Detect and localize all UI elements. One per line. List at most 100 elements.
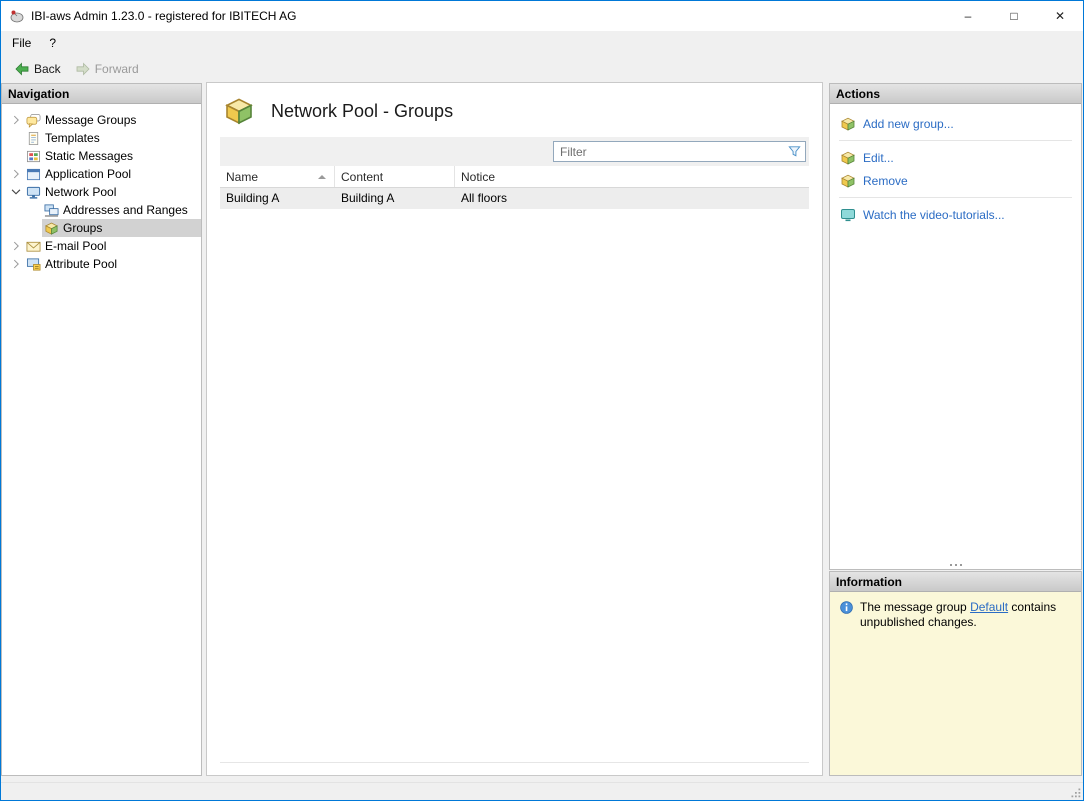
nav-item-label: Application Pool xyxy=(45,167,132,181)
maximize-button[interactable]: □ xyxy=(991,1,1037,31)
default-group-link[interactable]: Default xyxy=(970,600,1008,614)
nav-item-content: Attribute Pool xyxy=(24,255,201,273)
maximize-icon: □ xyxy=(1010,9,1018,23)
nav-item-content: E-mail Pool xyxy=(24,237,201,255)
add-new-group-label: Add new group... xyxy=(863,116,954,131)
edit-group-icon xyxy=(840,150,856,166)
actions-panel: Actions Add new group... Edit... Remove xyxy=(829,83,1082,570)
page-title: Network Pool - Groups xyxy=(271,100,454,121)
attribute-pool-icon xyxy=(25,256,41,272)
actions-divider xyxy=(839,140,1072,141)
add-new-group-button[interactable]: Add new group... xyxy=(830,112,1081,135)
actions-header: Actions xyxy=(830,84,1081,104)
table-header: Name Content Notice xyxy=(220,166,809,188)
templates-icon xyxy=(25,130,41,146)
menu-file[interactable]: File xyxy=(3,31,40,55)
addresses-and-ranges-icon xyxy=(43,202,59,218)
nav-item-label: Message Groups xyxy=(45,113,137,127)
watch-video-tutorials-button[interactable]: Watch the video-tutorials... xyxy=(830,203,1081,226)
filter-funnel-icon[interactable] xyxy=(787,144,802,159)
column-header-notice[interactable]: Notice xyxy=(455,166,809,187)
minimize-button[interactable]: – xyxy=(945,1,991,31)
information-header: Information xyxy=(830,572,1081,592)
forward-arrow-icon xyxy=(75,61,91,77)
main-title-row: Network Pool - Groups xyxy=(207,83,822,137)
nav-item-label: Static Messages xyxy=(45,149,134,163)
chevron-down-icon[interactable] xyxy=(8,184,24,200)
nav-item-content: Network Pool xyxy=(24,183,201,201)
nav-item-content: Static Messages xyxy=(24,147,201,165)
nav-item-content: Message Groups xyxy=(24,111,201,129)
menu-help-label: ? xyxy=(49,36,57,50)
nav-item-groups[interactable]: Groups xyxy=(2,219,201,237)
chevron-right-icon[interactable] xyxy=(8,112,24,128)
nav-item-static-messages[interactable]: Static Messages xyxy=(2,147,201,165)
email-pool-icon xyxy=(25,238,41,254)
column-label: Name xyxy=(226,170,259,184)
forward-button[interactable]: Forward xyxy=(68,58,146,80)
nav-item-label: Templates xyxy=(45,131,100,145)
info-icon xyxy=(839,600,854,615)
information-panel: Information The message group Default co… xyxy=(829,571,1082,776)
close-icon: ✕ xyxy=(1054,9,1066,23)
toolbar: Back Forward xyxy=(1,55,1083,83)
cell-content: Building A xyxy=(341,191,395,205)
forward-label: Forward xyxy=(94,62,139,76)
column-label: Notice xyxy=(461,170,496,184)
splitter-dot xyxy=(949,563,952,566)
nav-item-templates[interactable]: Templates xyxy=(2,129,201,147)
remove-button[interactable]: Remove xyxy=(830,169,1081,192)
edit-button[interactable]: Edit... xyxy=(830,146,1081,169)
back-button[interactable]: Back xyxy=(7,58,68,80)
back-label: Back xyxy=(34,62,61,76)
cell-notice: All floors xyxy=(461,191,508,205)
filter-box xyxy=(553,141,806,162)
navigation-header: Navigation xyxy=(2,84,201,104)
navigation-tree: Message Groups Templates Static Messages xyxy=(2,104,201,273)
nav-item-application-pool[interactable]: Application Pool xyxy=(2,165,201,183)
column-header-content[interactable]: Content xyxy=(335,166,455,187)
filter-input[interactable] xyxy=(553,141,806,162)
add-group-icon xyxy=(840,116,856,132)
static-messages-icon xyxy=(25,148,41,164)
information-message: The message group Default contains unpub… xyxy=(860,600,1072,630)
nav-item-content: Templates xyxy=(24,129,201,147)
nav-item-attribute-pool[interactable]: Attribute Pool xyxy=(2,255,201,273)
status-bar xyxy=(1,782,1083,800)
nav-item-label: Attribute Pool xyxy=(45,257,118,271)
nav-item-network-pool[interactable]: Network Pool xyxy=(2,183,201,201)
nav-item-label: Groups xyxy=(63,221,103,235)
chevron-right-icon[interactable] xyxy=(8,238,24,254)
nav-item-addresses-and-ranges[interactable]: Addresses and Ranges xyxy=(2,201,201,219)
resize-grip[interactable] xyxy=(1068,785,1082,799)
nav-item-message-groups[interactable]: Message Groups xyxy=(2,111,201,129)
window-title: IBI-aws Admin 1.23.0 - registered for IB… xyxy=(31,9,297,23)
cell-name: Building A xyxy=(226,191,280,205)
nav-item-email-pool[interactable]: E-mail Pool xyxy=(2,237,201,255)
title-bar: IBI-aws Admin 1.23.0 - registered for IB… xyxy=(1,1,1083,31)
window-controls: – □ ✕ xyxy=(945,1,1083,31)
chevron-right-icon[interactable] xyxy=(8,166,24,182)
action-list: Add new group... Edit... Remove Watch th… xyxy=(830,104,1081,226)
groups-page-icon xyxy=(223,95,255,127)
actions-divider xyxy=(839,197,1072,198)
minimize-icon: – xyxy=(964,9,972,23)
chevron-right-icon[interactable] xyxy=(8,256,24,272)
nav-item-content: Groups xyxy=(42,219,201,237)
app-icon xyxy=(9,8,25,24)
sort-ascending-icon xyxy=(318,175,326,179)
info-text-before: The message group xyxy=(860,600,971,614)
menu-help[interactable]: ? xyxy=(40,31,65,55)
close-button[interactable]: ✕ xyxy=(1037,1,1083,31)
message-groups-icon xyxy=(25,112,41,128)
column-header-name[interactable]: Name xyxy=(220,166,335,187)
filter-bar xyxy=(220,137,809,166)
main-panel: Network Pool - Groups Name Content Notic… xyxy=(206,82,823,776)
panel-splitter-handle[interactable] xyxy=(830,560,1081,569)
table-row[interactable]: Building A Building A All floors xyxy=(220,188,809,209)
nav-item-label: E-mail Pool xyxy=(45,239,107,253)
nav-item-content: Application Pool xyxy=(24,165,201,183)
